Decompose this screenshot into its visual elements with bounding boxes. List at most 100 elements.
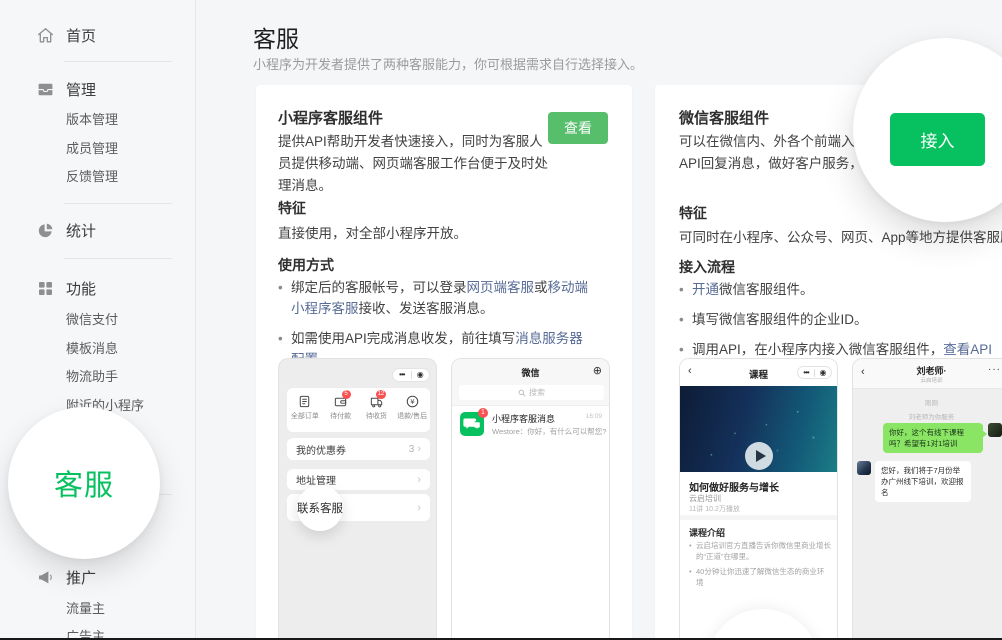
sidebar-item-template-message[interactable]: 模板消息 [66,338,118,357]
incoming-bubble: 您好，我们将于7月份举办广州线下培训，欢迎报名 [875,461,971,502]
screenshot-service-chat: ‹ 刘老师· 云启培训 ··· 刚刚 刘老师为你服务 你好，这个有线下课程吗？希… [852,358,1002,640]
sidebar-item-features[interactable]: 功能 [66,278,96,299]
open-service-link[interactable]: 开通 [692,282,719,297]
chat-title: 小程序客服消息 [492,412,555,425]
screenshot-wechat-list: 微信 ⊕ 搜索 1 小程序客服消息 16:09 Westore：你好，有什么可以… [451,358,610,640]
section-divider [680,515,837,520]
badge: 12 [376,390,387,399]
screenshot-course-page: ‹ 课程 ••• ◉ 如何做好服务与增长 云启培训 11讲 10.2万播放 课程… [679,358,838,640]
course-meta: 11讲 10.2万播放 [689,504,740,514]
intro-item: 40分钟让你迅速了解微信生态的商业环境 [689,566,831,588]
sidebar-subitem-label: 模板消息 [66,341,118,356]
intro-list: 云启培训官方直播告诉你微信里商业增长的“正道”在哪里。 40分钟让你迅速了解微信… [689,540,831,592]
refund-icon: ¥ [405,394,420,409]
course-title: 如何做好服务与增长 [689,479,779,494]
unread-badge: 1 [478,408,488,418]
sidebar-subitem-label: 反馈管理 [66,169,118,184]
text: 如需使用API完成消息收发，前往填写 [291,331,515,346]
page-title: 客服 [253,20,299,54]
wechat-title: 微信 [452,366,609,379]
sidebar-item-traffic-owner[interactable]: 流量主 [66,598,105,617]
sidebar-item-label: 统计 [66,223,96,240]
chat-header: ‹ 刘老师· 云启培训 ··· [853,359,1002,389]
sidebar-divider [64,258,172,259]
chat-timestamp: 刚刚 [853,397,1002,407]
clipboard-icon [297,394,312,409]
sidebar-subitem-label: 版本管理 [66,112,118,127]
spotlight-faint-circle [707,609,819,640]
course-header: ‹ 课程 ••• ◉ [680,359,837,386]
sidebar-item-home[interactable]: 首页 [66,25,96,46]
sidebar-divider [64,203,172,204]
sidebar-item-version-manage[interactable]: 版本管理 [66,109,118,128]
text: 接收、发送客服消息。 [359,301,494,316]
flow-item: 填写微信客服组件的企业ID。 [679,309,994,330]
sidebar-item-label: 功能 [66,281,96,298]
web-service-link[interactable]: 网页端客服 [467,280,535,295]
sidebar-item-member-manage[interactable]: 成员管理 [66,138,118,157]
miniprogram-capsule: ••• ◉ [392,368,430,382]
feature-heading: 特征 [679,203,707,223]
chat-list-item: 1 小程序客服消息 16:09 Westore：你好，有什么可以帮您? [452,406,609,443]
agent-avatar [857,461,871,475]
sidebar-subitem-label: 流量主 [66,601,105,616]
join-button[interactable]: 接入 [890,113,985,166]
sidebar-item-feedback-manage[interactable]: 反馈管理 [66,166,118,185]
text: 绑定后的客服帐号，可以登录 [291,280,467,295]
more-icon: ··· [988,364,1001,375]
chevron-right-icon: › [417,502,421,514]
megaphone-icon [36,568,55,587]
view-button[interactable]: 查看 [548,112,608,144]
miniprogram-capsule: ••• ◉ [797,366,832,379]
usage-heading: 使用方式 [278,255,334,275]
shortcut-label: 退款/售后 [394,411,430,421]
sidebar-item-statistics[interactable]: 统计 [66,220,96,241]
card-title: 微信客服组件 [679,107,769,128]
search-placeholder: 搜索 [529,387,545,398]
badge: 5 [342,390,351,399]
intro-heading: 课程介绍 [689,526,725,539]
sidebar-item-logistics[interactable]: 物流助手 [66,366,118,385]
spotlight-contact-service: 联系客服 [297,485,343,531]
home-icon [36,26,55,45]
flow-item: 开通微信客服组件。 [679,279,994,300]
sidebar-divider [64,61,172,62]
shortcut-pending-payment: 5 待付款 [323,388,359,432]
page-subtitle: 小程序为开发者提供了两种客服能力，你可根据需求自行选择接入。 [253,54,643,73]
order-shortcuts: 全部订单 5 待付款 12 待收货 ¥ 退款/售后 [287,388,430,432]
card-miniprogram-service: 小程序客服组件 查看 提供API帮助开发者快速接入，同时为客服人员提供移动端、网… [256,85,632,640]
spotlight-sidebar-kefu: 客服 [8,407,160,559]
row-coupons: 我的优惠券 3 › [287,438,430,460]
chevron-right-icon: › [417,474,421,486]
play-button-icon [745,442,773,470]
agent-org: 云启培训 [853,376,1002,384]
grid-icon [36,279,55,298]
shortcut-label: 全部订单 [287,411,323,421]
sidebar-subitem-label: 物流助手 [66,369,118,384]
chevron-right-icon: › [417,443,421,455]
plus-icon: ⊕ [593,364,602,377]
more-dots-icon: ••• [798,367,814,379]
search-icon [518,389,526,397]
sidebar-item-promotion[interactable]: 推广 [66,567,96,588]
sidebar-subitem-label: 微信支付 [66,312,118,327]
usage-item: 绑定后的客服帐号，可以登录网页端客服或移动端小程序客服接收、发送客服消息。 [278,277,593,319]
sidebar-item-manage[interactable]: 管理 [66,79,96,100]
sidebar-item-wechat-pay[interactable]: 微信支付 [66,309,118,328]
feature-text: 可同时在小程序、公众号、网页、App等地方提供客服服务。 [679,226,1002,246]
svg-text:¥: ¥ [410,397,415,406]
sidebar-item-customer-service[interactable]: 客服 [54,462,114,504]
card-title: 小程序客服组件 [278,107,383,128]
sidebar-item-label: 推广 [66,570,96,587]
user-avatar [988,423,1002,437]
text: 填写微信客服组件的企业ID。 [692,312,868,327]
inbox-icon [36,80,55,99]
close-target-icon: ◉ [815,367,831,379]
shortcut-all-orders: 全部订单 [287,388,323,432]
service-note: 刘老师为你服务 [853,411,1002,421]
screenshot-order-page: ••• ◉ 全部订单 5 待付款 12 待收货 ¥ 退款/售后 [278,358,437,640]
pie-chart-icon [36,221,55,240]
outgoing-bubble: 你好，这个有线下课程吗？希望有1对1培训 [883,423,983,453]
text: 调用API，在小程序内接入微信客服组件， [692,342,943,357]
row-label: 我的优惠券 [296,442,409,457]
